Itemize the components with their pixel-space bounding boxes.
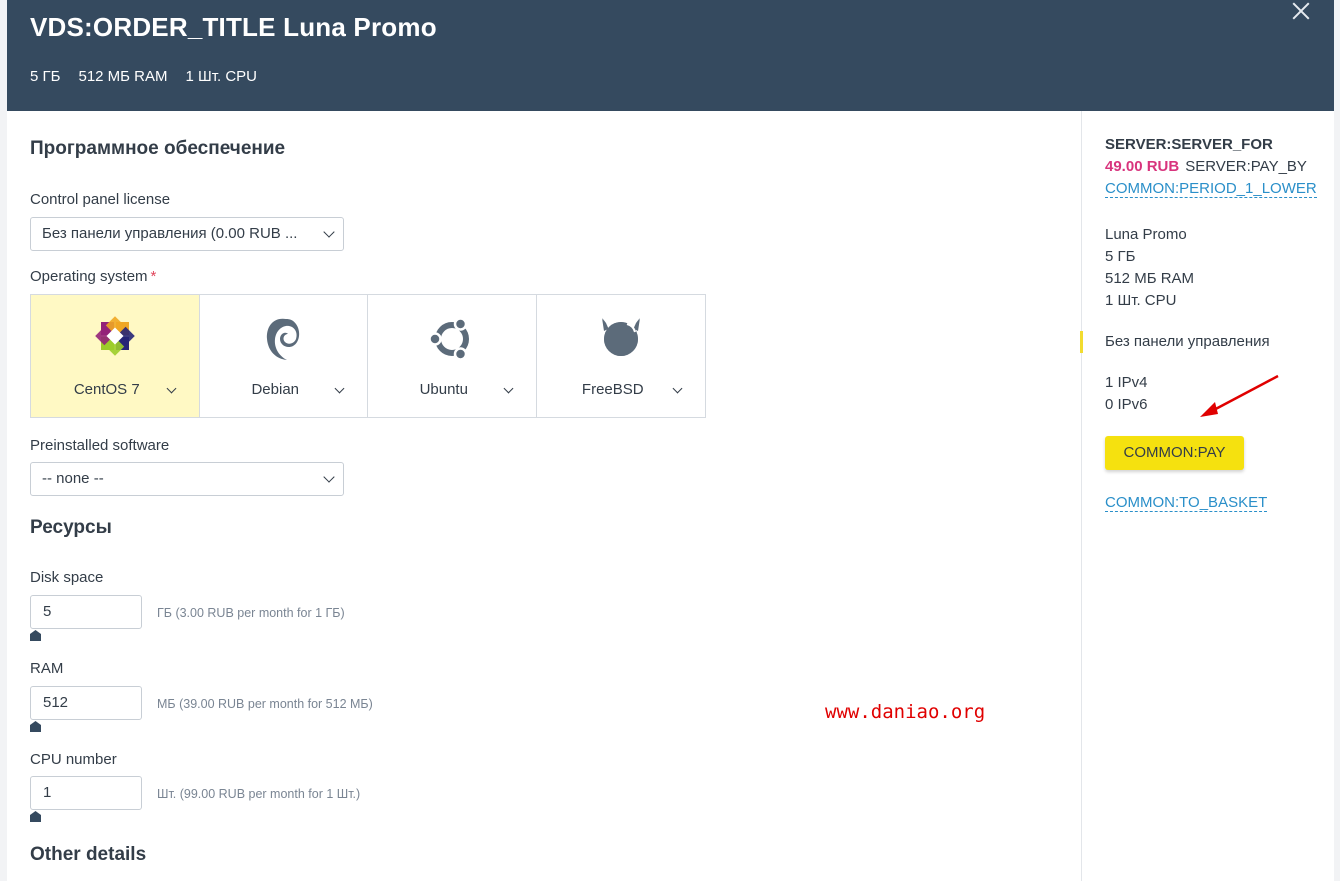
disk-label: Disk space [30, 569, 104, 586]
summary-marker [1080, 331, 1083, 353]
disk-input[interactable]: 5 [30, 595, 142, 629]
spec-ram: 512 МБ RAM [78, 68, 168, 85]
summary-ipv4: 1 IPv4 [1105, 374, 1148, 391]
pay-by-label: SERVER:PAY_BY [1185, 158, 1307, 175]
summary-ipv6: 0 IPv6 [1105, 396, 1148, 413]
cpu-input[interactable]: 1 [30, 776, 142, 810]
os-option-ubuntu[interactable]: Ubuntu [368, 295, 537, 417]
summary-price: 49.00 RUB SERVER:PAY_BY [1105, 158, 1307, 175]
required-mark: * [150, 268, 157, 285]
ram-input[interactable]: 512 [30, 686, 142, 720]
control-panel-value: Без панели управления (0.00 RUB ... [42, 225, 298, 242]
period-link-wrap: COMMON:PERIOD_1_LOWER [1105, 180, 1317, 198]
other-details-heading: Other details [30, 844, 147, 865]
os-option-centos[interactable]: CentOS 7 [31, 295, 200, 417]
period-link[interactable]: COMMON:PERIOD_1_LOWER [1105, 180, 1317, 198]
os-label: Operating system * [30, 268, 157, 285]
basket-link-wrap: COMMON:TO_BASKET [1105, 494, 1268, 512]
price-amount: 49.00 RUB [1105, 158, 1180, 175]
summary-ips: 1 IPv4 0 IPv6 [1105, 372, 1148, 416]
os-option-freebsd[interactable]: FreeBSD [536, 295, 706, 417]
spec-disk: 5 ГБ [30, 68, 61, 85]
disk-slider-handle[interactable] [30, 630, 41, 641]
page-gutter-left [0, 0, 7, 881]
ram-label: RAM [30, 660, 64, 677]
cpu-label: CPU number [30, 751, 117, 768]
os-name: Debian [251, 381, 300, 398]
software-heading: Программное обеспечение [30, 138, 286, 159]
preinstalled-label: Preinstalled software [30, 437, 170, 454]
summary-panel: Без панели управления [1105, 333, 1270, 350]
ubuntu-icon [368, 313, 536, 363]
basket-link[interactable]: COMMON:TO_BASKET [1105, 494, 1268, 512]
summary-title: SERVER:SERVER_FOR [1105, 136, 1273, 153]
watermark: www.daniao.org [825, 701, 986, 723]
ram-hint: МБ (39.00 RUB per month for 512 МБ) [157, 697, 373, 711]
summary-line: 512 МБ RAM [1105, 270, 1195, 287]
os-name: FreeBSD [581, 381, 644, 398]
summary-line: 5 ГБ [1105, 248, 1136, 265]
panel-label: Control panel license [30, 191, 171, 208]
cpu-hint: Шт. (99.00 RUB per month for 1 Шт.) [157, 787, 361, 801]
preinstalled-value: -- none -- [42, 470, 104, 487]
control-panel-select[interactable]: Без панели управления (0.00 RUB ... [30, 217, 344, 251]
page-title: VDS:ORDER_TITLE Luna Promo [30, 12, 437, 42]
resources-heading: Ресурсы [30, 517, 112, 538]
freebsd-icon [537, 313, 706, 363]
debian-icon [200, 313, 368, 363]
os-option-debian[interactable]: Debian [199, 295, 368, 417]
disk-hint: ГБ (3.00 RUB per month for 1 ГБ) [157, 606, 345, 620]
scrollbar-track[interactable] [1334, 0, 1340, 881]
header-specs: 5 ГБ 512 МБ RAM 1 Шт. CPU [30, 68, 257, 85]
summary-line: 1 Шт. CPU [1105, 292, 1177, 309]
annotation-arrow-icon [1200, 374, 1279, 417]
os-name: Ubuntu [419, 381, 468, 398]
spec-cpu: 1 Шт. CPU [185, 68, 258, 85]
cpu-slider-handle[interactable] [30, 811, 41, 822]
ram-slider-handle[interactable] [30, 721, 41, 732]
summary-details: Luna Promo 5 ГБ 512 МБ RAM 1 Шт. CPU [1105, 224, 1194, 312]
order-summary: SERVER:SERVER_FOR 49.00 RUB SERVER:PAY_BY… [1080, 111, 1334, 881]
order-header: VDS:ORDER_TITLE Luna Promo 5 ГБ 512 МБ R… [7, 0, 1334, 111]
pay-button[interactable]: COMMON:PAY [1105, 436, 1244, 470]
preinstalled-select[interactable]: -- none -- [30, 462, 344, 496]
chevron-down-icon [323, 226, 335, 238]
os-name: CentOS 7 [73, 381, 140, 398]
summary-line: Luna Promo [1105, 226, 1187, 243]
os-selector: CentOS 7 Debian Ubuntu FreeBSD [30, 294, 706, 418]
close-icon[interactable] [1288, 0, 1314, 24]
centos-icon [31, 313, 199, 363]
order-form: Программное обеспечение Control panel li… [7, 111, 1081, 881]
chevron-down-icon [323, 471, 335, 483]
